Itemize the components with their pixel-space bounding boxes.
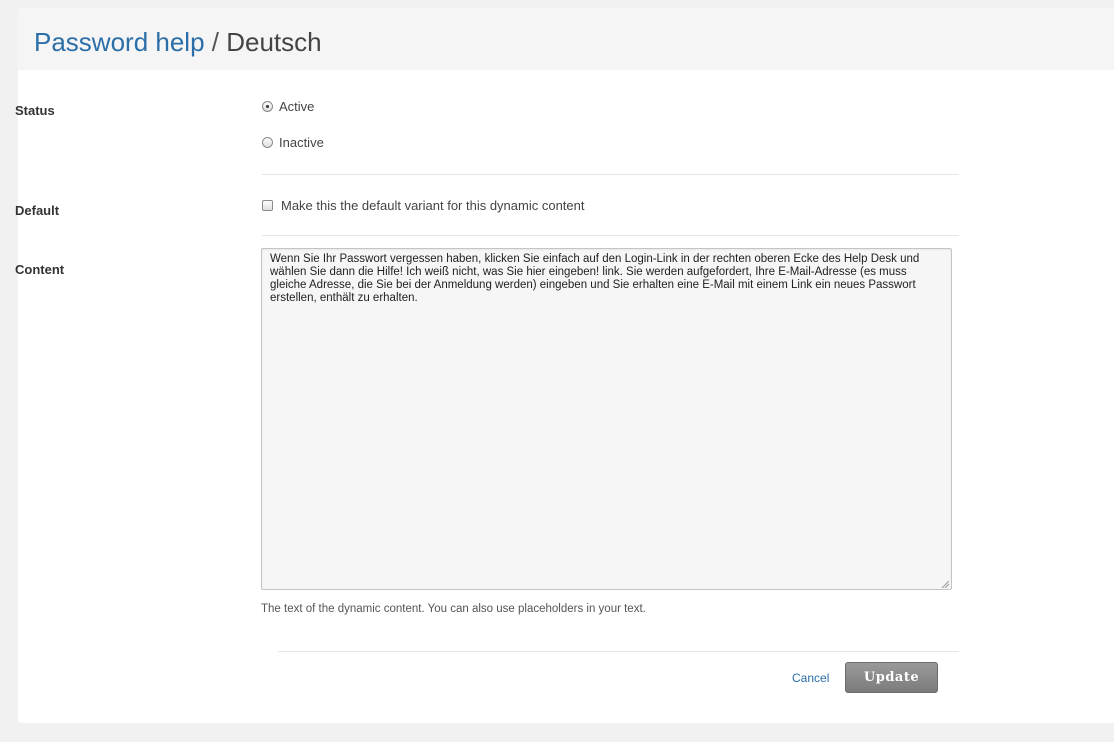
default-checkbox[interactable] [262,200,273,211]
status-option-label: Active [279,99,315,114]
update-button[interactable]: Update [845,662,938,693]
content-label: Content [15,262,65,277]
breadcrumb-separator: / [204,27,227,57]
divider [262,235,959,236]
default-checkbox-label: Make this the default variant for this d… [281,198,585,213]
panel-header: Password help / Deutsch [18,8,1114,70]
default-checkbox-row[interactable]: Make this the default variant for this d… [262,198,585,213]
default-label: Default [15,203,60,218]
radio-unchecked-icon[interactable] [262,137,273,148]
content-textarea[interactable]: Wenn Sie Ihr Passwort vergessen haben, k… [261,248,952,590]
radio-checked-icon[interactable] [262,101,273,112]
divider [262,174,959,175]
status-radio-inactive[interactable]: Inactive [262,135,324,150]
cancel-link[interactable]: Cancel [792,671,829,685]
status-option-label: Inactive [279,135,324,150]
breadcrumb-current: Deutsch [226,27,322,57]
divider [278,651,959,652]
resize-handle-icon[interactable] [941,580,949,588]
status-label: Status [15,103,55,118]
status-radio-active[interactable]: Active [262,99,314,114]
page-title: Password help / Deutsch [34,26,322,58]
content-help-text: The text of the dynamic content. You can… [261,603,646,615]
breadcrumb-link[interactable]: Password help [34,27,205,57]
